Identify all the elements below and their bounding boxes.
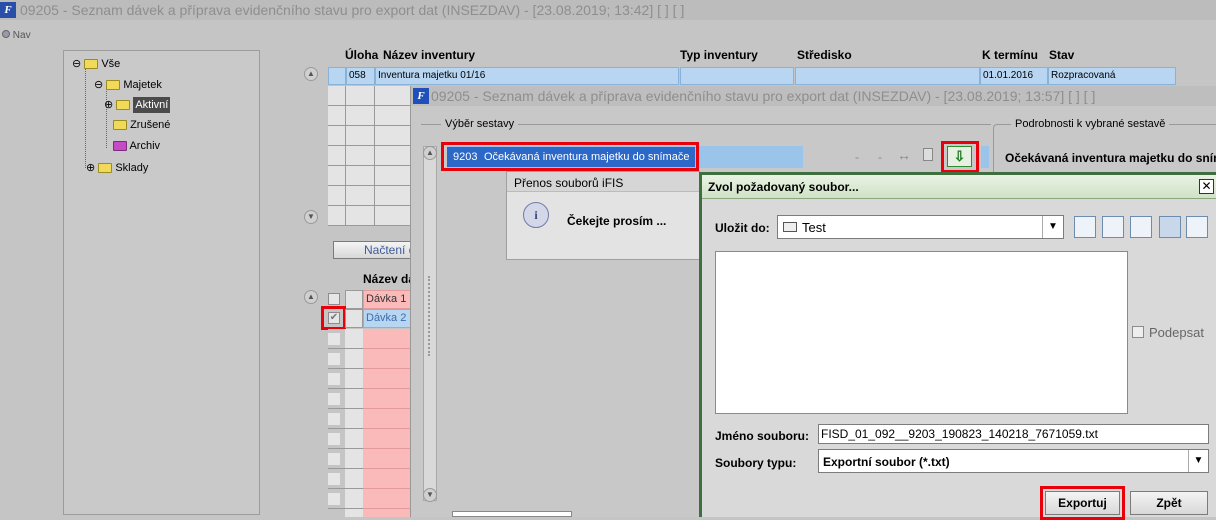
- cell-stav[interactable]: Rozpracovaná: [1048, 67, 1176, 85]
- nav-label: Nav: [12, 30, 31, 41]
- ifis-logo-icon: F: [0, 2, 16, 18]
- batch-1-checkbox[interactable]: [328, 293, 340, 305]
- cell-uloha[interactable]: 058: [346, 67, 375, 85]
- col-header-termin[interactable]: K termínu: [982, 48, 1038, 62]
- document-icon[interactable]: [923, 148, 933, 161]
- back-button[interactable]: Zpět: [1130, 491, 1208, 515]
- download-icon[interactable]: ⇩: [947, 146, 972, 167]
- empty-table-rows: [328, 86, 410, 226]
- col-header-typ[interactable]: Typ inventury: [680, 48, 758, 62]
- row-selector[interactable]: [328, 67, 346, 85]
- folder-icon: [98, 163, 113, 174]
- cell-typ[interactable]: [680, 67, 794, 85]
- folder-icon: [116, 100, 131, 111]
- resize-handle[interactable]: [428, 276, 432, 356]
- sign-label: Podepsat: [1149, 325, 1204, 340]
- home-icon[interactable]: [1102, 216, 1124, 238]
- tree-node-vse[interactable]: ⊖ Vše: [72, 57, 120, 70]
- radio-icon: [2, 30, 10, 38]
- tree-panel: ⊖ Vše ⊖ Majetek ⊕ Aktivní Zrušené Archiv…: [63, 50, 260, 515]
- main-window-titlebar: 09205 - Seznam dávek a příprava evidenčn…: [0, 0, 1216, 20]
- row-selector[interactable]: [345, 309, 363, 328]
- tree-node-sklady[interactable]: ⊕ Sklady: [86, 161, 148, 174]
- save-in-label: Uložit do:: [715, 221, 770, 235]
- scroll-up-icon[interactable]: ▲: [304, 67, 318, 81]
- col-header-uloha[interactable]: Úloha: [345, 48, 378, 62]
- scroll-down-icon[interactable]: ▼: [423, 488, 437, 502]
- batch-1-name[interactable]: Dávka 1: [363, 290, 411, 309]
- file-dialog: Zvol požadovaný soubor... ✕ Uložit do: T…: [699, 172, 1216, 520]
- cell-termin[interactable]: 01.01.2016: [980, 67, 1048, 85]
- filename-label: Jméno souboru:: [715, 429, 810, 443]
- export-button[interactable]: Exportuj: [1045, 491, 1120, 515]
- ifis-logo-icon: F: [413, 88, 429, 104]
- folder-open-icon: [84, 59, 99, 70]
- tree-node-zrusene[interactable]: Zrušené: [113, 119, 170, 131]
- chevron-down-icon[interactable]: ▼: [1188, 450, 1208, 472]
- close-icon[interactable]: ✕: [1199, 179, 1214, 194]
- filename-input[interactable]: FISD_01_092__9203_190823_140218_7671059.…: [818, 424, 1209, 444]
- section-details-frame: [993, 124, 1216, 174]
- dash-label: -: [855, 150, 859, 164]
- cell-stredisko[interactable]: [795, 67, 980, 85]
- list-view-icon[interactable]: [1159, 216, 1181, 238]
- batch-2-name[interactable]: Dávka 2: [363, 309, 411, 328]
- folder-open-icon: [106, 80, 121, 91]
- save-in-select[interactable]: Test ▼: [777, 215, 1064, 239]
- details-view-icon[interactable]: [1186, 216, 1208, 238]
- scroll-up-icon[interactable]: ▲: [304, 290, 318, 304]
- transfer-dialog-title: Přenos souborů iFIS: [514, 176, 624, 190]
- tree-line: [106, 88, 107, 148]
- filetype-value: Exportní soubor (*.txt): [823, 455, 950, 469]
- second-window-titlebar: 09205 - Seznam dávek a příprava evidenčn…: [411, 86, 1216, 106]
- chevron-down-icon[interactable]: ▼: [1042, 216, 1063, 238]
- tree-node-archiv[interactable]: Archiv: [113, 140, 160, 152]
- nav-toggle[interactable]: Nav: [2, 30, 31, 41]
- col-header-batch-name[interactable]: Název dá: [363, 272, 415, 286]
- transfer-dialog-message: Čekejte prosím ...: [567, 214, 667, 228]
- file-list[interactable]: [715, 251, 1128, 414]
- scroll-thumb: [981, 146, 989, 168]
- scroll-down-icon[interactable]: ▼: [304, 210, 318, 224]
- sign-checkbox[interactable]: [1132, 326, 1144, 338]
- empty-batch-rows: [328, 329, 411, 517]
- folder-icon: [783, 222, 797, 232]
- up-folder-icon[interactable]: [1074, 216, 1096, 238]
- second-window-title: 09205 - Seznam dávek a příprava evidenčn…: [431, 88, 1096, 104]
- batch-2-checkbox[interactable]: ✔: [328, 312, 340, 324]
- report-name[interactable]: Očekávaná inventura majetku do snímače: [483, 147, 695, 167]
- tree-node-majetek[interactable]: ⊖ Majetek: [94, 78, 162, 91]
- file-dialog-titlebar: Zvol požadovaný soubor... ✕: [702, 175, 1216, 199]
- cell-nazev[interactable]: Inventura majetku 01/16: [375, 67, 679, 85]
- tree-node-aktivni[interactable]: ⊕ Aktivní: [104, 97, 171, 113]
- info-icon: i: [523, 202, 549, 228]
- filetype-label: Soubory typu:: [715, 456, 797, 470]
- detail-report-title: Očekávaná inventura majetku do snímá: [1005, 151, 1216, 165]
- load-button[interactable]: Načtení d: [333, 241, 413, 259]
- scroll-up-icon[interactable]: ▲: [423, 146, 437, 160]
- tree-line: [85, 68, 86, 168]
- file-dialog-title: Zvol požadovaný soubor...: [708, 180, 859, 194]
- col-header-stredisko[interactable]: Středisko: [797, 48, 852, 62]
- row-selector[interactable]: [345, 290, 363, 309]
- dash-label: -: [878, 150, 882, 164]
- col-header-stav[interactable]: Stav: [1049, 48, 1074, 62]
- filetype-select[interactable]: Exportní soubor (*.txt) ▼: [818, 449, 1209, 473]
- section-report-selection: Výběr sestavy: [441, 118, 519, 130]
- new-folder-icon[interactable]: [1130, 216, 1152, 238]
- report-code[interactable]: 9203: [447, 147, 483, 167]
- swap-icon[interactable]: ↔: [897, 147, 911, 163]
- partial-input[interactable]: [452, 511, 572, 517]
- col-header-nazev[interactable]: Název inventury: [383, 48, 475, 62]
- transfer-dialog: Přenos souborů iFIS i Čekejte prosím ...: [506, 171, 700, 260]
- main-window-title: 09205 - Seznam dávek a příprava evidenčn…: [20, 2, 685, 18]
- folder-icon: [113, 120, 127, 131]
- section-report-details: Podrobnosti k vybrané sestavě: [1011, 118, 1170, 130]
- archive-folder-icon: [113, 141, 127, 152]
- save-in-value: Test: [802, 220, 826, 235]
